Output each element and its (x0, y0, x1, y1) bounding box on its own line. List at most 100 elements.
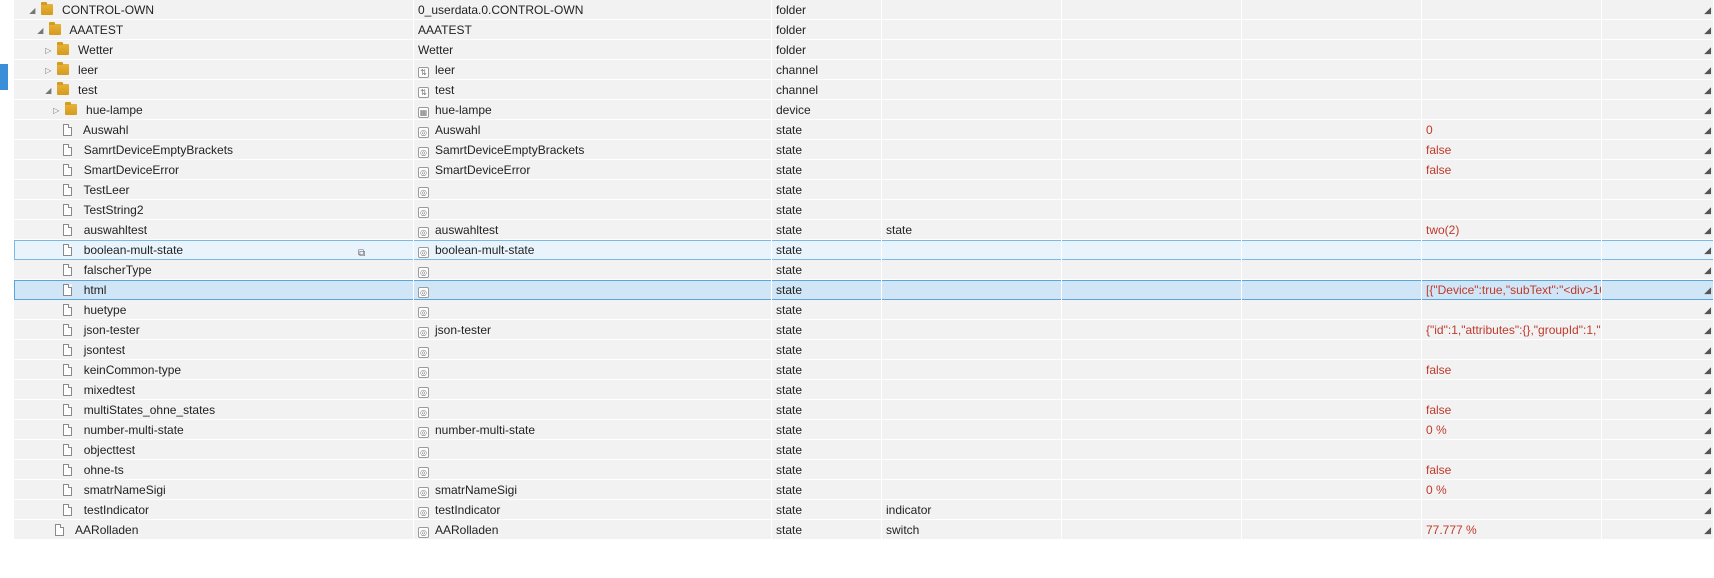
tree-row[interactable]: huetype ◎ state ◢ (14, 300, 1714, 320)
state-icon: ◎ (418, 387, 429, 398)
edit-arrow-icon[interactable]: ◢ (1704, 500, 1711, 520)
edit-cell[interactable]: ◢ (1602, 520, 1714, 540)
edit-arrow-icon[interactable]: ◢ (1704, 100, 1711, 120)
tree-row[interactable]: multiStates_ohne_states ◎ state false ◢ (14, 400, 1714, 420)
edit-arrow-icon[interactable]: ◢ (1704, 320, 1711, 340)
edit-arrow-icon[interactable]: ◢ (1704, 20, 1711, 40)
expand-arrow-icon[interactable]: ▷ (43, 61, 53, 80)
edit-arrow-icon[interactable]: ◢ (1704, 400, 1711, 420)
edit-arrow-icon[interactable]: ◢ (1704, 360, 1711, 380)
file-icon (63, 164, 73, 176)
edit-cell[interactable]: ◢ (1602, 60, 1714, 80)
room-cell (1062, 380, 1242, 400)
tree-row[interactable]: objecttest ◎ state ◢ (14, 440, 1714, 460)
edit-arrow-icon[interactable]: ◢ (1704, 520, 1711, 540)
edit-cell[interactable]: ◢ (1602, 260, 1714, 280)
edit-arrow-icon[interactable]: ◢ (1704, 240, 1711, 260)
edit-arrow-icon[interactable]: ◢ (1704, 140, 1711, 160)
tree-row[interactable]: auswahltest ◎ auswahltest state state two… (14, 220, 1714, 240)
expand-arrow-icon[interactable]: ▷ (51, 101, 61, 120)
edit-arrow-icon[interactable]: ◢ (1704, 80, 1711, 100)
edit-cell[interactable]: ◢ (1602, 40, 1714, 60)
tree-row[interactable]: boolean-mult-state ⧉ ◎ boolean-mult-state… (14, 240, 1714, 260)
tree-row[interactable]: number-multi-state ◎ number-multi-state s… (14, 420, 1714, 440)
edit-arrow-icon[interactable]: ◢ (1704, 220, 1711, 240)
edit-arrow-icon[interactable]: ◢ (1704, 160, 1711, 180)
tree-row[interactable]: SmartDeviceError ◎ SmartDeviceError state… (14, 160, 1714, 180)
tree-row[interactable]: ◢ AAATEST AAATEST folder ◢ (14, 20, 1714, 40)
collapse-arrow-icon[interactable]: ◢ (27, 1, 37, 20)
tree-row[interactable]: Auswahl ◎ Auswahl state 0 ◢ (14, 120, 1714, 140)
edit-cell[interactable]: ◢ (1602, 20, 1714, 40)
edit-cell[interactable]: ◢ (1602, 300, 1714, 320)
edit-arrow-icon[interactable]: ◢ (1704, 60, 1711, 80)
tree-row[interactable]: ▷ Wetter Wetter folder ◢ (14, 40, 1714, 60)
edit-arrow-icon[interactable]: ◢ (1704, 300, 1711, 320)
edit-cell[interactable]: ◢ (1602, 360, 1714, 380)
collapse-arrow-icon[interactable]: ◢ (43, 81, 53, 100)
edit-cell[interactable]: ◢ (1602, 80, 1714, 100)
edit-arrow-icon[interactable]: ◢ (1704, 460, 1711, 480)
tree-row[interactable]: json-tester ◎ json-tester state {"id":1,"… (14, 320, 1714, 340)
edit-cell[interactable]: ◢ (1602, 160, 1714, 180)
edit-arrow-icon[interactable]: ◢ (1704, 480, 1711, 500)
collapse-arrow-icon[interactable]: ◢ (35, 21, 45, 40)
tree-row[interactable]: SamrtDeviceEmptyBrackets ◎ SamrtDeviceEmp… (14, 140, 1714, 160)
role-cell (882, 180, 1062, 200)
function-cell (1242, 480, 1422, 500)
tree-row[interactable]: testIndicator ◎ testIndicator state indic… (14, 500, 1714, 520)
edit-cell[interactable]: ◢ (1602, 100, 1714, 120)
edit-cell[interactable]: ◢ (1602, 140, 1714, 160)
edit-cell[interactable]: ◢ (1602, 120, 1714, 140)
tree-row[interactable]: ▷ hue-lampe ▦ hue-lampe device ◢ (14, 100, 1714, 120)
edit-cell[interactable]: ◢ (1602, 500, 1714, 520)
role-cell (882, 360, 1062, 380)
edit-arrow-icon[interactable]: ◢ (1704, 380, 1711, 400)
edit-arrow-icon[interactable]: ◢ (1704, 120, 1711, 140)
edit-cell[interactable]: ◢ (1602, 480, 1714, 500)
title-cell: ◎ Auswahl (414, 120, 772, 140)
edit-arrow-icon[interactable]: ◢ (1704, 280, 1711, 300)
edit-cell[interactable]: ◢ (1602, 420, 1714, 440)
tree-row[interactable]: TestString2 ◎ state ◢ (14, 200, 1714, 220)
copy-icon[interactable]: ⧉ (358, 244, 365, 260)
edit-cell[interactable]: ◢ (1602, 220, 1714, 240)
type-cell: state (772, 460, 882, 480)
edit-cell[interactable]: ◢ (1602, 400, 1714, 420)
edit-cell[interactable]: ◢ (1602, 280, 1714, 300)
tree-row[interactable]: jsontest ◎ state ◢ (14, 340, 1714, 360)
tree-row[interactable]: ohne-ts ◎ state false ◢ (14, 460, 1714, 480)
tree-row[interactable]: mixedtest ◎ state ◢ (14, 380, 1714, 400)
edit-arrow-icon[interactable]: ◢ (1704, 0, 1711, 20)
tree-row[interactable]: falscherType ◎ state ◢ (14, 260, 1714, 280)
edit-arrow-icon[interactable]: ◢ (1704, 340, 1711, 360)
edit-arrow-icon[interactable]: ◢ (1704, 40, 1711, 60)
name-cell: ◢ CONTROL-OWN (14, 0, 414, 20)
tree-row[interactable]: ◢ test ⇅ test channel ◢ (14, 80, 1714, 100)
tree-row[interactable]: ◢ CONTROL-OWN 0_userdata.0.CONTROL-OWN f… (14, 0, 1714, 20)
edit-cell[interactable]: ◢ (1602, 0, 1714, 20)
edit-cell[interactable]: ◢ (1602, 240, 1714, 260)
edit-arrow-icon[interactable]: ◢ (1704, 200, 1711, 220)
edit-cell[interactable]: ◢ (1602, 380, 1714, 400)
edit-arrow-icon[interactable]: ◢ (1704, 440, 1711, 460)
edit-cell[interactable]: ◢ (1602, 320, 1714, 340)
tree-row[interactable]: ▷ leer ⇅ leer channel ◢ (14, 60, 1714, 80)
edit-cell[interactable]: ◢ (1602, 460, 1714, 480)
role-cell (882, 420, 1062, 440)
edit-arrow-icon[interactable]: ◢ (1704, 420, 1711, 440)
edit-cell[interactable]: ◢ (1602, 180, 1714, 200)
edit-arrow-icon[interactable]: ◢ (1704, 260, 1711, 280)
edit-arrow-icon[interactable]: ◢ (1704, 180, 1711, 200)
tree-row[interactable]: AARolladen ◎ AARolladen state switch 77.7… (14, 520, 1714, 540)
edit-cell[interactable]: ◢ (1602, 340, 1714, 360)
tree-row[interactable]: html ◎ state [{"Device":true,"subText":"… (14, 280, 1714, 300)
edit-cell[interactable]: ◢ (1602, 440, 1714, 460)
tree-row[interactable]: keinCommon-type ◎ state false ◢ (14, 360, 1714, 380)
name-cell: huetype (14, 300, 414, 320)
expand-arrow-icon[interactable]: ▷ (43, 41, 53, 60)
edit-cell[interactable]: ◢ (1602, 200, 1714, 220)
tree-row[interactable]: TestLeer ◎ state ◢ (14, 180, 1714, 200)
tree-row[interactable]: smatrNameSigi ◎ smatrNameSigi state 0 % ◢ (14, 480, 1714, 500)
row-name: smatrNameSigi (83, 483, 166, 497)
